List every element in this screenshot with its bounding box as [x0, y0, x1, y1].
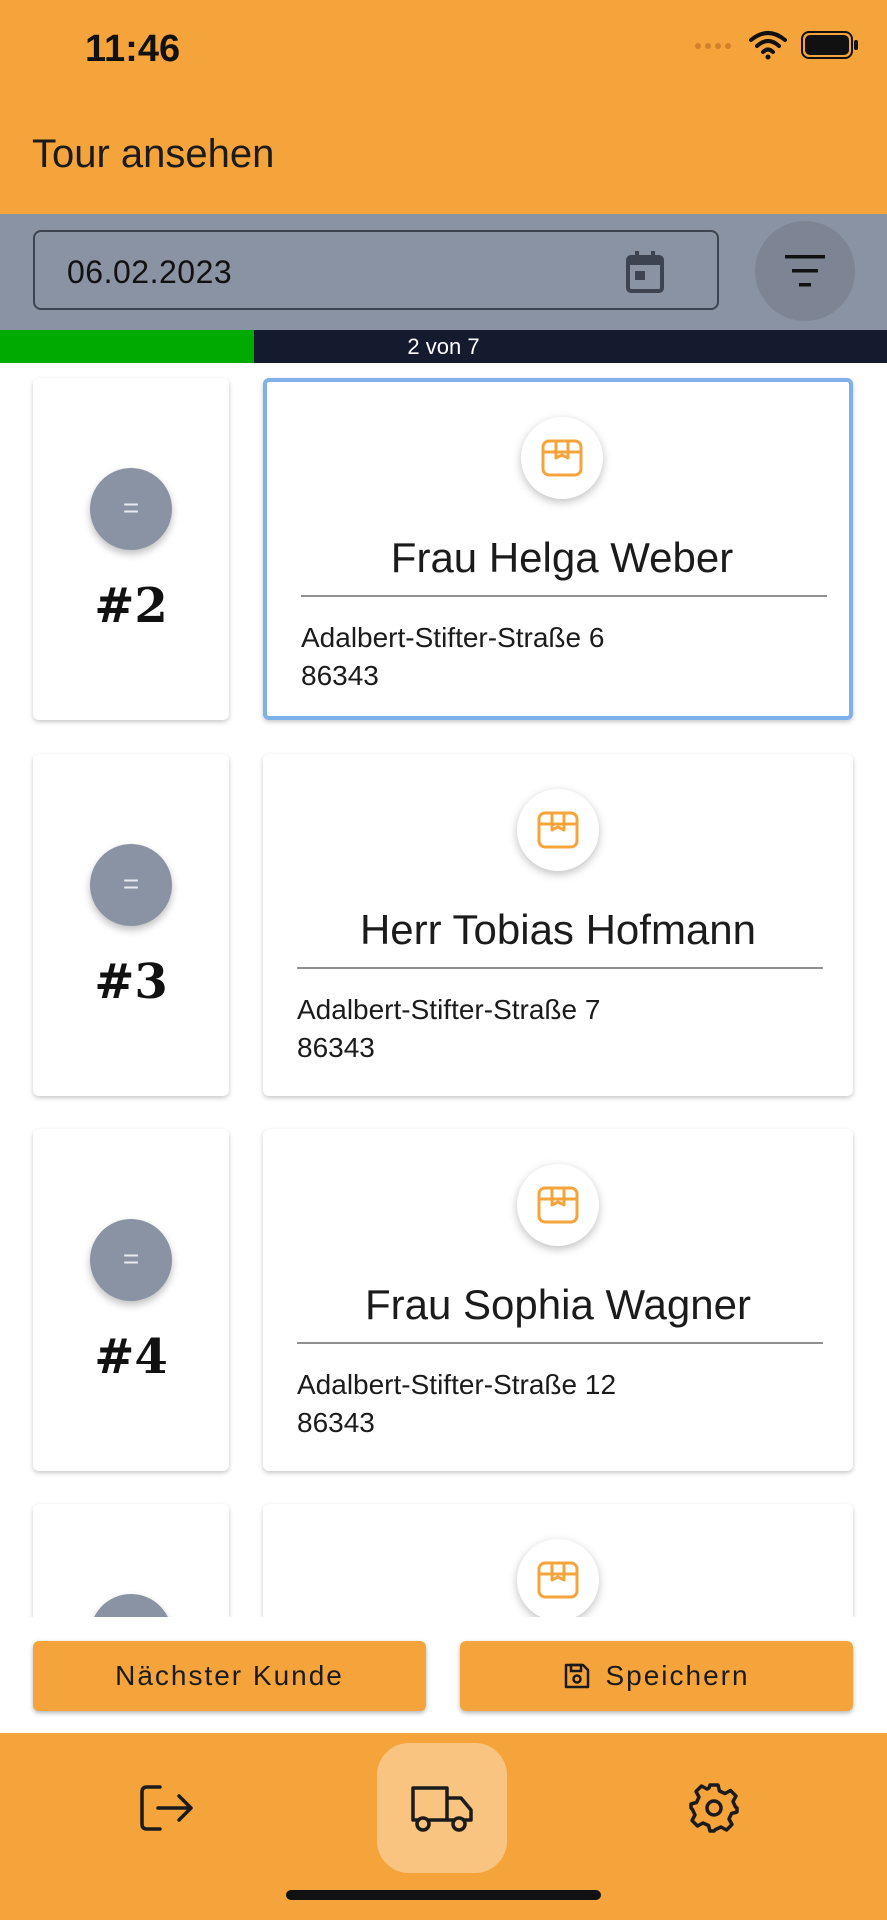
customer-street: Adalbert-Stifter-Straße 7: [297, 994, 601, 1025]
toolbar: 06.02.2023: [0, 214, 887, 330]
stop-row: = #3 Herr Tobias Hofmann Adalbert-Stifte…: [0, 739, 887, 1096]
divider: [297, 1342, 823, 1344]
stop-number-card: [33, 1504, 229, 1617]
reorder-handle[interactable]: =: [90, 844, 172, 926]
divider: [297, 967, 823, 969]
stops-list[interactable]: = #2 Frau Helga Weber Adalbert-Stifter-S…: [0, 363, 887, 1617]
customer-street: Adalbert-Stifter-Straße 6: [301, 622, 605, 653]
tour-progress-bar: 2 von 7: [0, 330, 887, 363]
status-time: 11:46: [85, 28, 181, 70]
status-icons: [693, 30, 859, 60]
customer-name: Frau Sophia Wagner: [365, 1281, 751, 1328]
stop-number: #2: [94, 578, 168, 634]
stop-number-card: = #3: [33, 754, 229, 1096]
gear-icon: [689, 1783, 739, 1833]
date-value: 06.02.2023: [67, 254, 233, 290]
stop-row: = #4 Frau Sophia Wagner Adalbert-Stifter…: [0, 1114, 887, 1471]
truck-icon: [411, 1786, 473, 1832]
divider: [301, 595, 827, 597]
customer-zip: 86343: [297, 1407, 375, 1438]
save-label: Speichern: [605, 1660, 750, 1691]
customer-card[interactable]: Frau Helga Weber Adalbert-Stifter-Straße…: [263, 378, 853, 720]
reorder-handle[interactable]: [90, 1594, 172, 1617]
battery-icon: [801, 31, 858, 59]
filter-button[interactable]: [755, 221, 855, 321]
signal-icon: [695, 43, 731, 49]
save-icon: [565, 1663, 590, 1689]
customer-zip: 86343: [301, 660, 379, 691]
home-indicator: [286, 1890, 601, 1900]
stop-row: = #2 Frau Helga Weber Adalbert-Stifter-S…: [0, 363, 887, 720]
calendar-icon[interactable]: [625, 250, 665, 294]
customer-name: Frau Helga Weber: [390, 534, 734, 581]
package-icon[interactable]: [517, 1539, 599, 1617]
action-bar: Nächster Kunde Speichern: [0, 1617, 887, 1733]
customer-card[interactable]: Herr Tobias Hofmann Adalbert-Stifter-Str…: [263, 754, 853, 1096]
stop-number-card: = #4: [33, 1129, 229, 1471]
page-title: Tour ansehen: [32, 132, 275, 176]
stop-number: #4: [94, 1329, 168, 1385]
status-bar: 11:46: [0, 0, 887, 100]
nav-settings[interactable]: [649, 1743, 779, 1873]
nav-logout[interactable]: [102, 1743, 232, 1873]
reorder-handle[interactable]: =: [90, 468, 172, 550]
reorder-handle[interactable]: =: [90, 1219, 172, 1301]
wifi-icon: [749, 31, 787, 60]
customer-name: Herr Tobias Hofmann: [359, 906, 757, 953]
bottom-navigation: [0, 1733, 887, 1920]
date-field[interactable]: 06.02.2023: [33, 230, 719, 310]
customer-card[interactable]: Frau Sophia Wagner Adalbert-Stifter-Stra…: [263, 1129, 853, 1471]
package-icon[interactable]: [517, 1164, 599, 1246]
logout-icon: [140, 1785, 193, 1831]
next-customer-label: Nächster Kunde: [115, 1660, 344, 1691]
package-icon[interactable]: [517, 789, 599, 871]
stop-number-card: = #2: [33, 378, 229, 720]
customer-zip: 86343: [297, 1032, 375, 1063]
nav-tour[interactable]: [377, 1743, 507, 1873]
customer-card[interactable]: [263, 1504, 853, 1617]
stop-row: [0, 1489, 887, 1617]
next-customer-button[interactable]: Nächster Kunde: [33, 1641, 426, 1711]
package-icon[interactable]: [521, 417, 603, 499]
stop-number: #3: [94, 954, 168, 1010]
progress-label: 2 von 7: [407, 334, 480, 359]
customer-street: Adalbert-Stifter-Straße 12: [297, 1369, 617, 1400]
filter-icon: [785, 255, 825, 287]
save-button[interactable]: Speichern: [460, 1641, 853, 1711]
app-header: Tour ansehen: [0, 100, 887, 214]
